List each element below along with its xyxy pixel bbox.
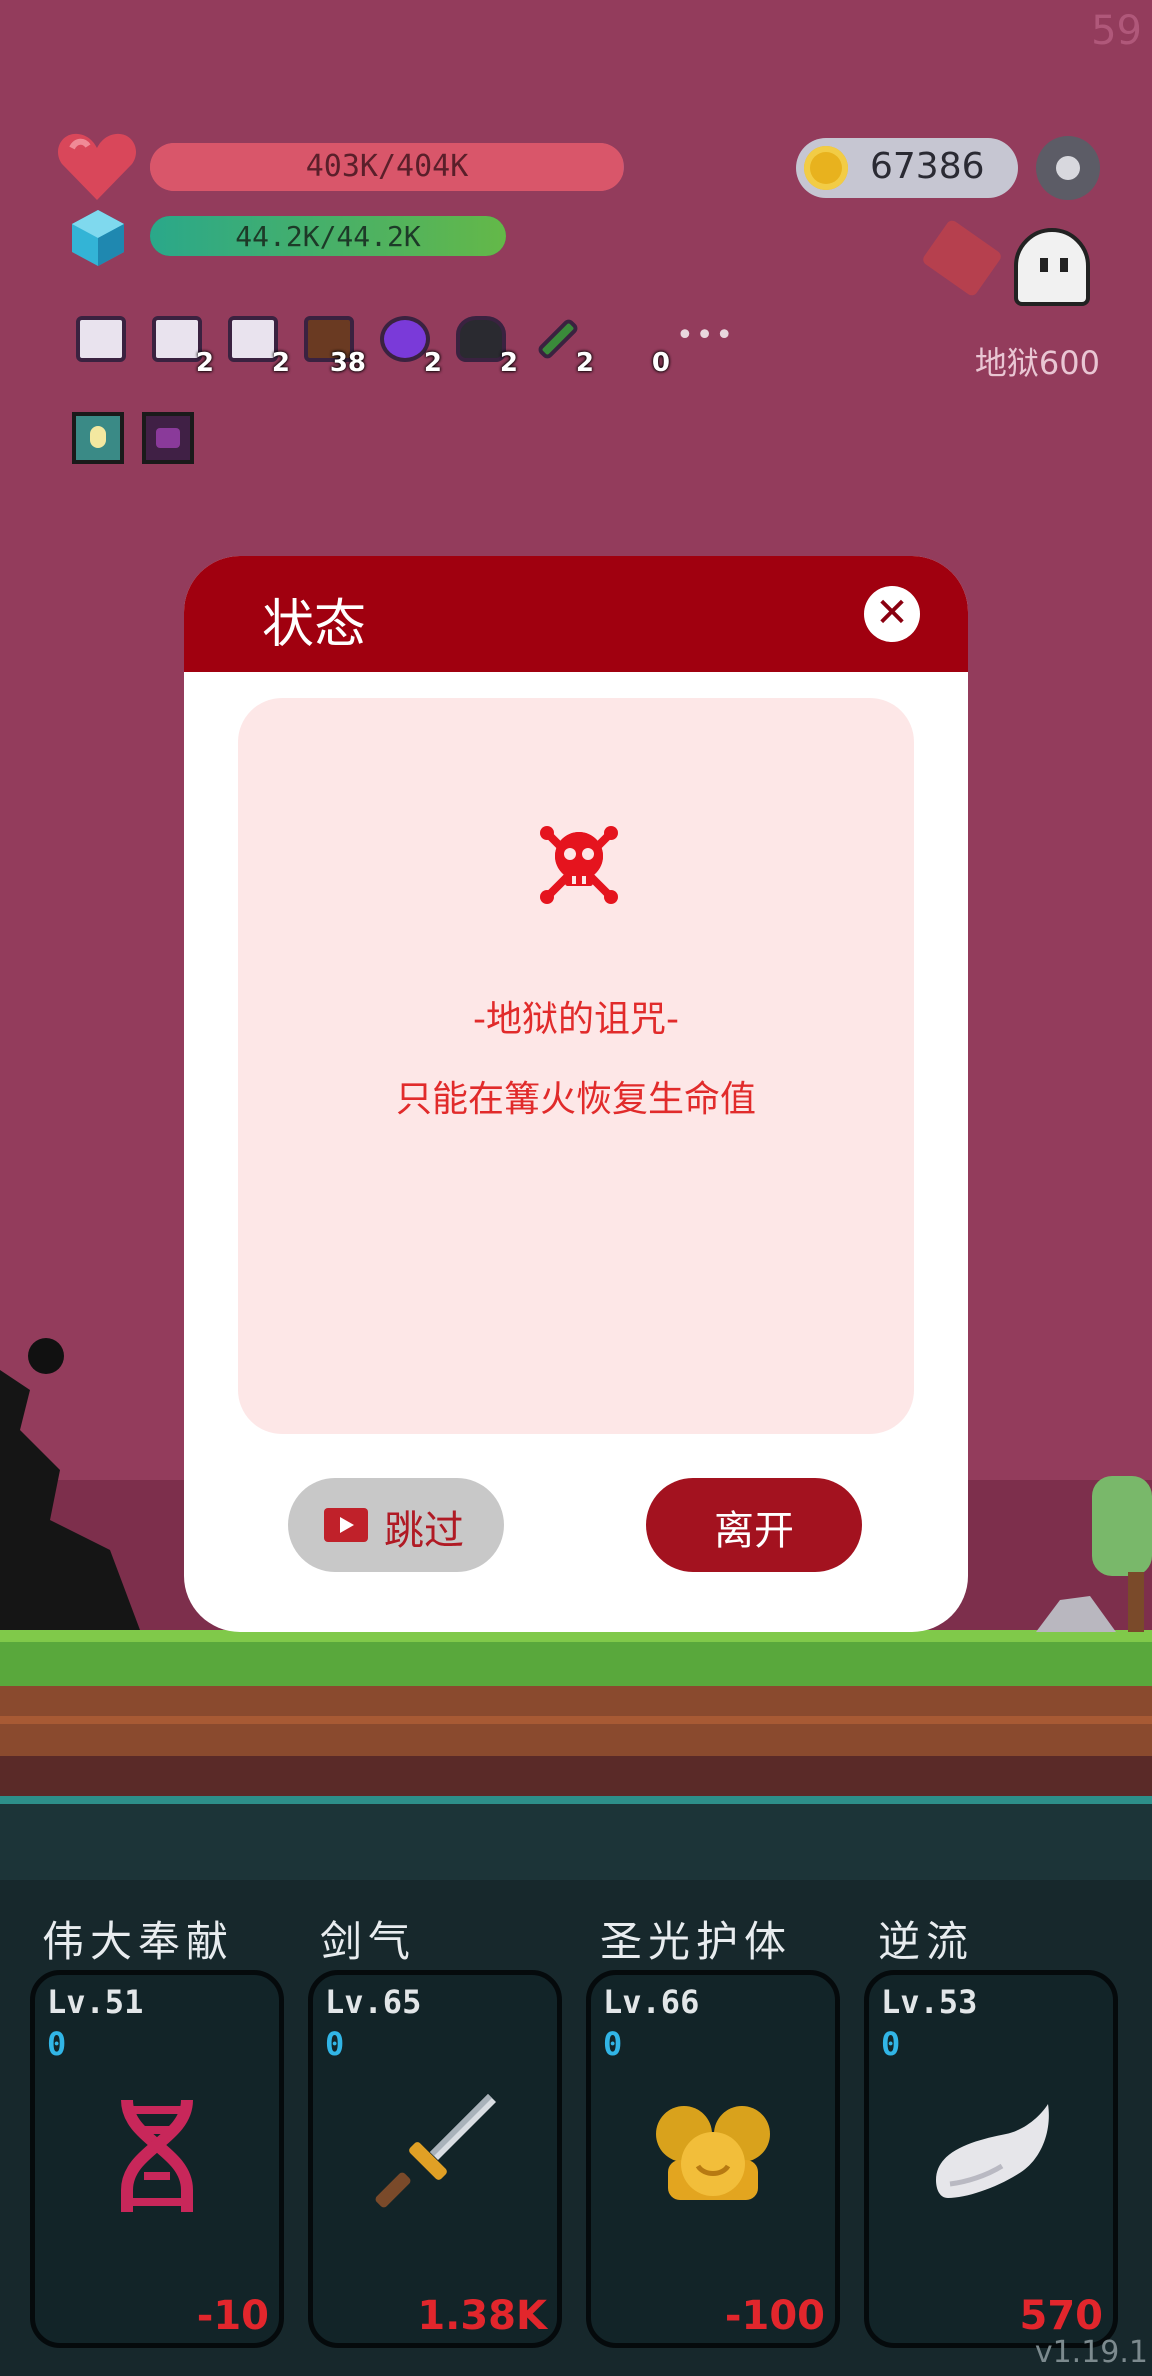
- dialog-header: 状态 ✕: [184, 556, 968, 672]
- wrench-tools-shape: [536, 317, 580, 361]
- light-bulb-status-icon[interactable]: [72, 412, 124, 464]
- skill-card-counterflow[interactable]: Lv.53 0 570: [864, 1970, 1118, 2348]
- golden-shield-icon: [656, 2106, 770, 2200]
- coin-amount: 67386: [870, 146, 985, 187]
- version-label: v1.19.1: [1034, 2335, 1148, 2370]
- more-buffs-icon[interactable]: •••: [676, 318, 735, 353]
- scroll-buff-icon[interactable]: 2: [224, 312, 290, 378]
- dna-icon: [121, 2099, 193, 2212]
- skill-value: 570: [1019, 2293, 1104, 2339]
- skill-level: Lv.65: [325, 1983, 422, 2021]
- grass-ground: [0, 1630, 1152, 1686]
- cauldron-buff-icon[interactable]: 2: [452, 312, 518, 378]
- skill-card-holy-light[interactable]: Lv.66 0 -100: [586, 1970, 840, 2348]
- skill-name: 逆流: [878, 1917, 975, 1966]
- scroll-shape: [76, 316, 126, 362]
- rock: [1036, 1596, 1116, 1632]
- curse-description: 只能在篝火恢复生命值: [395, 1079, 756, 1120]
- skill-points: 0: [47, 2025, 67, 2063]
- buff-count: 2: [575, 348, 594, 378]
- ghost-eye: [1060, 258, 1068, 272]
- skill-value: 1.38K: [417, 2293, 547, 2339]
- hp-text: 403K/404K: [305, 149, 469, 184]
- curse-title: -地狱的诅咒-: [473, 999, 679, 1040]
- wrench-tools-buff-icon[interactable]: 2: [528, 312, 594, 378]
- skill-name: 圣光护体: [600, 1917, 793, 1966]
- buff-count: 38: [329, 348, 366, 378]
- skill-value: -100: [724, 2293, 825, 2339]
- dialog-title: 状态: [262, 595, 367, 655]
- ghost-eye: [1040, 258, 1048, 272]
- wing-icon: [936, 2104, 1049, 2198]
- skill-level: Lv.53: [881, 1983, 978, 2021]
- skull-crossbones-icon: [540, 826, 618, 904]
- skill-card-sword-qi[interactable]: Lv.65 0 1.38K: [308, 1970, 562, 2348]
- skip-button[interactable]: 跳过: [288, 1478, 504, 1572]
- blank-buff-icon[interactable]: 0: [604, 312, 670, 378]
- coin-icon: [804, 146, 848, 190]
- demon-status-icon[interactable]: [142, 412, 194, 464]
- mp-text: 44.2K/44.2K: [235, 220, 421, 253]
- close-button[interactable]: ✕: [864, 586, 920, 642]
- skill-points: 0: [881, 2025, 901, 2063]
- buff-count: 2: [499, 348, 518, 378]
- fps-counter: 59: [1091, 8, 1142, 54]
- sword-icon: [375, 2094, 496, 2208]
- ghost-icon[interactable]: [1014, 228, 1090, 306]
- video-ad-icon: [324, 1508, 368, 1542]
- skill-name: 剑气: [320, 1917, 417, 1966]
- skill-card-great-devotion[interactable]: Lv.51 0 -10: [30, 1970, 284, 2348]
- scroll-buff-icon[interactable]: [72, 312, 130, 370]
- scroll-shape: [228, 316, 278, 362]
- water-strip: [0, 1796, 1152, 1804]
- scroll-shape: [152, 316, 202, 362]
- mp-bar: 44.2K/44.2K: [150, 216, 506, 256]
- bulb-shape: [90, 426, 106, 448]
- status-dialog: 状态 ✕ -地狱的诅咒- 只能在篝火恢复生命值 跳过 离开: [184, 556, 968, 1632]
- gear-icon[interactable]: [1036, 136, 1100, 200]
- crystal-icon: [72, 210, 124, 266]
- hp-bar: 403K/404K: [150, 143, 624, 191]
- pirate-ship-buff-icon[interactable]: 38: [300, 312, 366, 378]
- buff-count: 2: [271, 348, 290, 378]
- skip-label: 跳过: [384, 1508, 464, 1554]
- buff-count: 2: [423, 348, 442, 378]
- curse-card: -地狱的诅咒- 只能在篝火恢复生命值: [238, 698, 914, 1434]
- crystal-ball-buff-icon[interactable]: 2: [376, 312, 442, 378]
- scroll-buff-icon[interactable]: 2: [148, 312, 214, 378]
- cauldron-shape: [456, 316, 506, 362]
- crystal-ball-shape: [380, 316, 430, 362]
- dark-tree-silhouette: [0, 1338, 140, 1630]
- skill-points: 0: [603, 2025, 623, 2063]
- skill-level: Lv.66: [603, 1983, 700, 2021]
- demon-shape: [156, 428, 180, 448]
- leave-button[interactable]: 离开: [646, 1478, 862, 1572]
- dirt-ground: [0, 1686, 1152, 1756]
- leave-label: 离开: [714, 1508, 794, 1554]
- area-label: 地狱600: [974, 344, 1100, 382]
- heart-icon: [58, 133, 136, 200]
- skill-points: 0: [325, 2025, 345, 2063]
- coin-counter: 67386: [796, 138, 1018, 198]
- skill-name: 伟大奉献: [42, 1917, 235, 1966]
- buff-count: 0: [651, 348, 670, 378]
- skill-level: Lv.51: [47, 1983, 144, 2021]
- buff-count: 2: [195, 348, 214, 378]
- skill-value: -10: [196, 2293, 269, 2339]
